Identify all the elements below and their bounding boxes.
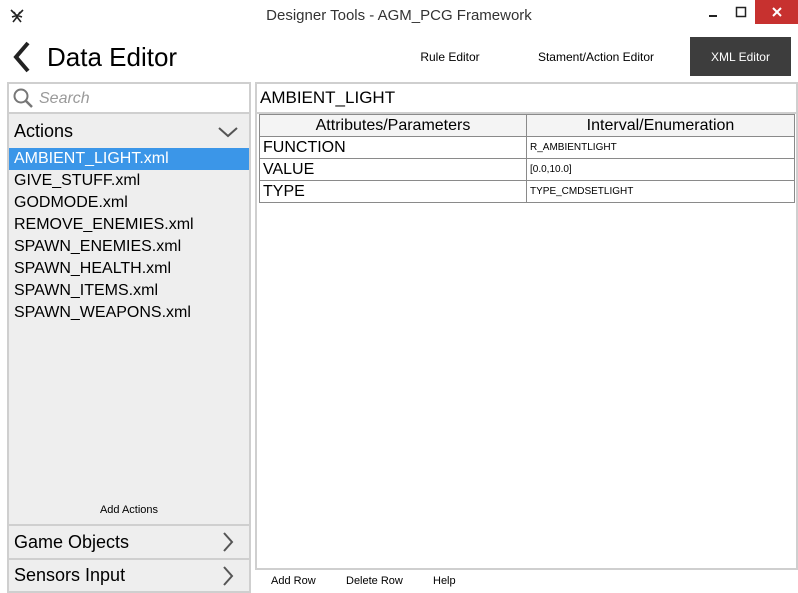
title-bar: Designer Tools - AGM_PCG Framework (0, 0, 798, 32)
window-title: Designer Tools - AGM_PCG Framework (266, 7, 532, 24)
chevron-right-icon (217, 531, 239, 553)
stament-action-editor-button[interactable]: Stament/Action Editor (532, 37, 660, 76)
table-row[interactable]: TYPE TYPE_CMDSETLIGHT (259, 180, 795, 203)
close-button[interactable] (755, 0, 798, 24)
parameters-table-container: Attributes/Parameters Interval/Enumerati… (255, 112, 798, 570)
table-cell-name[interactable]: FUNCTION (259, 136, 527, 159)
list-item[interactable]: GIVE_STUFF.xml (9, 170, 249, 192)
help-button[interactable]: Help (433, 575, 456, 587)
add-row-button[interactable]: Add Row (271, 575, 316, 587)
xml-editor-button[interactable]: XML Editor (690, 37, 791, 76)
parameters-table: Attributes/Parameters Interval/Enumerati… (259, 114, 795, 203)
sidebar: Actions AMBIENT_LIGHT.xmlGIVE_STUFF.xmlG… (7, 82, 251, 593)
search-icon (12, 87, 34, 109)
chevron-left-icon (13, 41, 30, 73)
minimize-button[interactable] (700, 0, 726, 24)
table-cell-value[interactable]: TYPE_CMDSETLIGHT (526, 180, 795, 203)
maximize-button[interactable] (728, 0, 754, 24)
game-objects-section-header[interactable]: Game Objects (9, 526, 249, 558)
actions-section-label: Actions (14, 120, 74, 141)
action-name-field[interactable]: AMBIENT_LIGHT (255, 82, 798, 112)
page-title: Data Editor (47, 42, 178, 72)
column-header-interval[interactable]: Interval/Enumeration (526, 114, 795, 137)
search-input[interactable] (39, 88, 239, 110)
list-item[interactable]: GODMODE.xml (9, 192, 249, 214)
search-box (9, 84, 249, 114)
table-header-row: Attributes/Parameters Interval/Enumerati… (259, 114, 795, 137)
table-row[interactable]: VALUE [0.0,10.0] (259, 158, 795, 181)
sensors-input-section-label: Sensors Input (14, 565, 126, 585)
back-button[interactable] (10, 40, 34, 74)
table-row[interactable]: FUNCTION R_AMBIENTLIGHT (259, 136, 795, 159)
list-item[interactable]: SPAWN_ENEMIES.xml (9, 236, 249, 258)
sensors-input-section-header[interactable]: Sensors Input (9, 560, 249, 591)
table-cell-value[interactable]: [0.0,10.0] (526, 158, 795, 181)
column-header-attributes[interactable]: Attributes/Parameters (259, 114, 527, 137)
list-item[interactable]: REMOVE_ENEMIES.xml (9, 214, 249, 236)
list-item[interactable]: SPAWN_WEAPONS.xml (9, 302, 249, 324)
delete-row-button[interactable]: Delete Row (346, 575, 403, 587)
table-cell-value[interactable]: R_AMBIENTLIGHT (526, 136, 795, 159)
list-item[interactable]: SPAWN_HEALTH.xml (9, 258, 249, 280)
game-objects-section-label: Game Objects (14, 531, 130, 552)
add-actions-button[interactable]: Add Actions (9, 504, 249, 522)
page-header: Data Editor Rule Editor Stament/Action E… (0, 32, 798, 82)
table-cell-name[interactable]: VALUE (259, 158, 527, 181)
chevron-down-icon (217, 121, 239, 143)
chevron-right-icon (217, 565, 239, 587)
actions-section-header[interactable]: Actions (9, 116, 249, 146)
list-item[interactable]: SPAWN_ITEMS.xml (9, 280, 249, 302)
rule-editor-button[interactable]: Rule Editor (408, 37, 492, 76)
main-panel: AMBIENT_LIGHT Attributes/Parameters Inte… (255, 82, 798, 593)
table-toolbar: Add Row Delete Row Help (255, 570, 798, 593)
actions-file-list: AMBIENT_LIGHT.xml GIVE_STUFF.xml GODMODE.x… (9, 148, 249, 324)
list-item[interactable]: AMBIENT_LIGHT.xml (9, 148, 249, 170)
table-cell-name[interactable]: TYPE (259, 180, 527, 203)
